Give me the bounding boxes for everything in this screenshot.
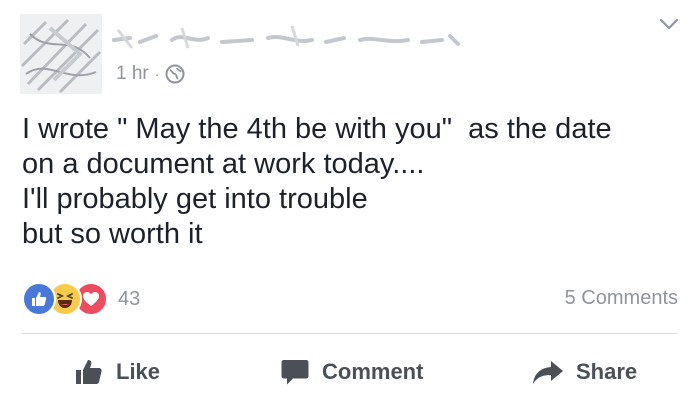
post-text-line: I'll probably get into trouble <box>22 183 368 215</box>
action-bar: Like Comment Share <box>0 344 700 400</box>
like-button-label: Like <box>116 359 161 384</box>
post-text-line: on a document at work today.... <box>22 148 425 180</box>
meta-separator: · <box>154 66 160 82</box>
post-text-line: but so worth it <box>22 218 203 250</box>
reactions-summary[interactable]: 43 <box>22 282 140 316</box>
share-button-label: Share <box>576 359 638 384</box>
comment-icon <box>281 360 309 385</box>
post-text: I wrote " May the 4th be with you" as th… <box>22 112 682 252</box>
reaction-count[interactable]: 43 <box>118 288 140 311</box>
like-icon <box>22 282 56 316</box>
post-text-line: I wrote " May the 4th be with you" as th… <box>22 113 612 145</box>
like-button[interactable]: Like <box>74 344 160 400</box>
thumbs-up-icon <box>76 360 102 384</box>
comments-count-link[interactable]: 5 Comments <box>565 287 678 310</box>
redacted-avatar-scribble <box>20 14 102 94</box>
facebook-post: 1 hr · I wrote " May the 4th be with you… <box>0 0 700 402</box>
comment-button[interactable]: Comment <box>280 344 423 400</box>
chevron-down-icon[interactable] <box>658 16 680 32</box>
redacted-author-name <box>112 25 460 49</box>
divider <box>22 333 678 334</box>
share-button[interactable]: Share <box>532 344 637 400</box>
globe-icon[interactable] <box>165 64 185 84</box>
post-meta: 1 hr · <box>116 60 185 88</box>
timestamp[interactable]: 1 hr <box>116 63 149 85</box>
share-arrow-icon <box>533 361 563 384</box>
avatar[interactable] <box>20 14 102 94</box>
comment-button-label: Comment <box>322 359 424 384</box>
